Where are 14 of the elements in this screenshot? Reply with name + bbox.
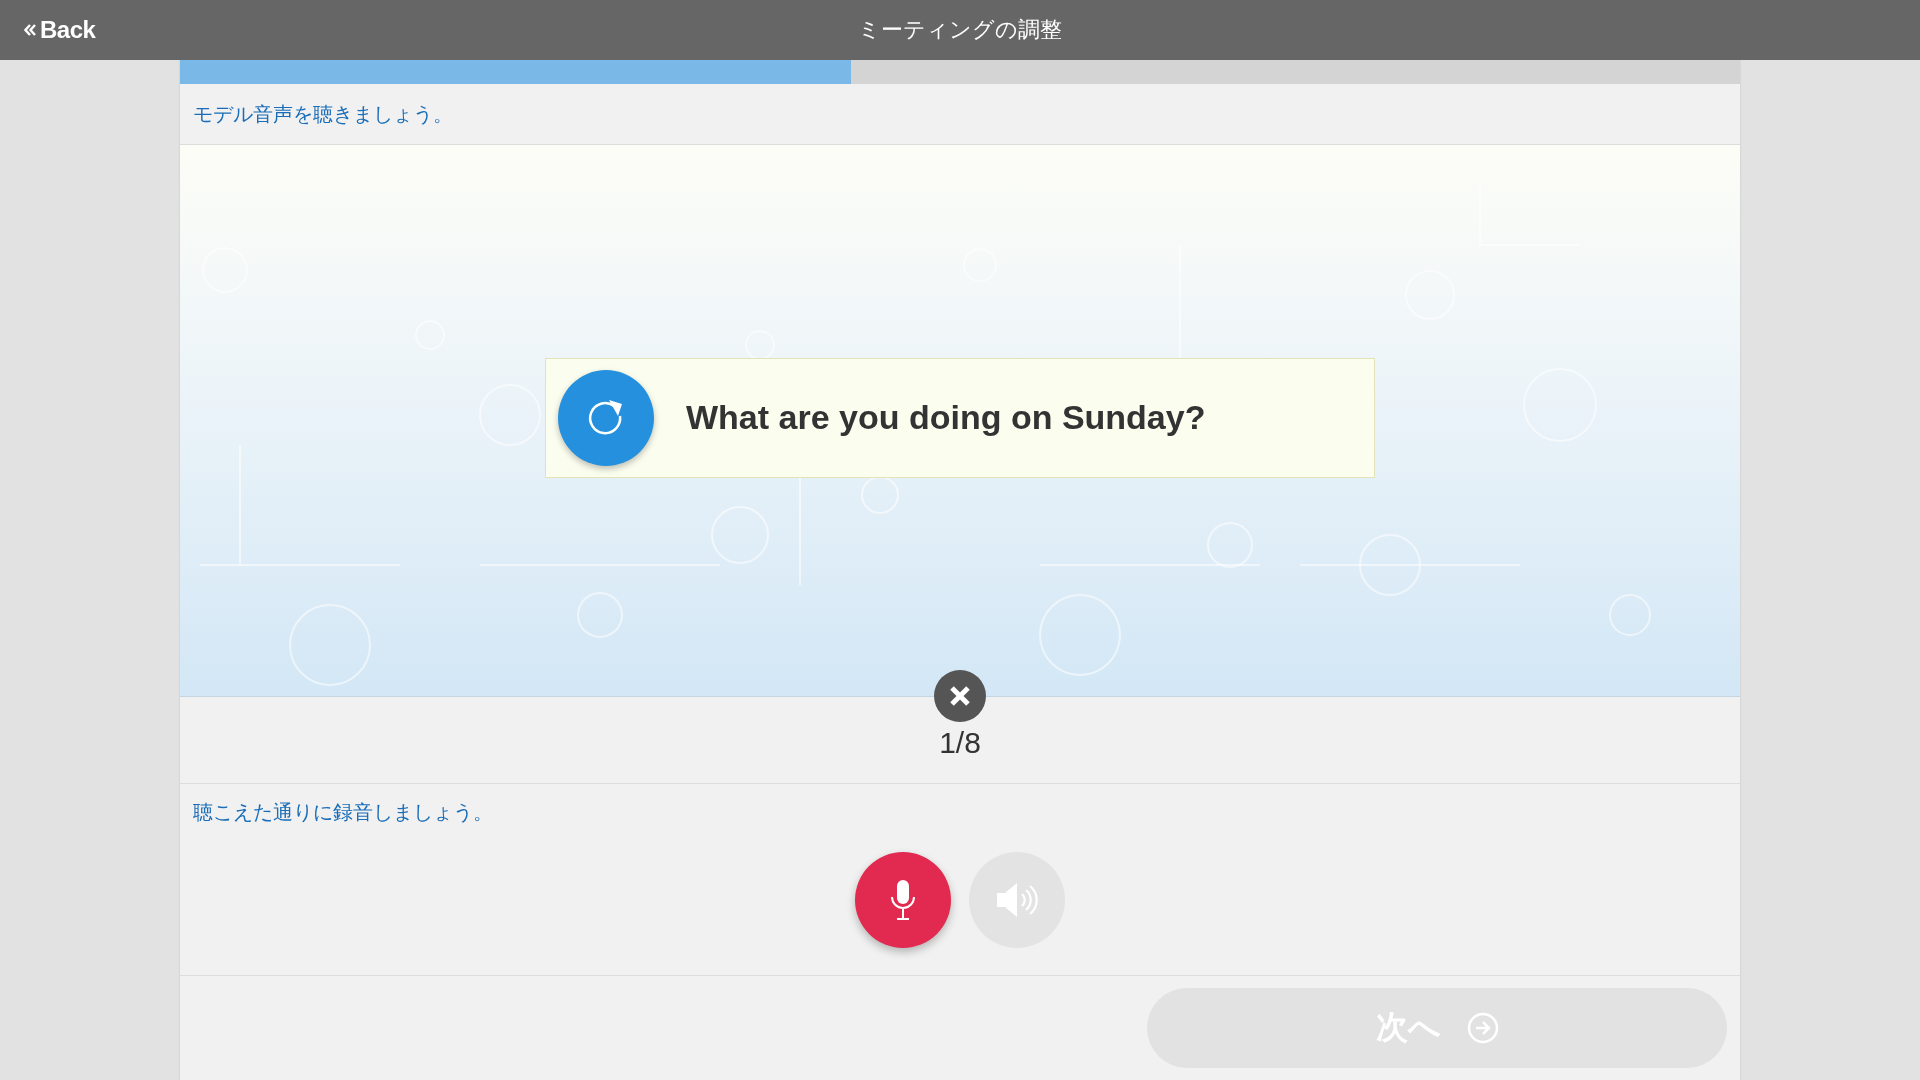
close-icon [949, 685, 971, 707]
speaker-icon [995, 880, 1039, 920]
double-chevron-left-icon [24, 24, 36, 36]
arrow-circle-right-icon [1466, 1012, 1499, 1044]
microphone-icon [890, 879, 916, 921]
replay-button[interactable] [558, 369, 654, 466]
listen-instruction: モデル音声を聴きましょう。 [193, 100, 453, 128]
prompt-sentence: What are you doing on Sunday? [686, 398, 1206, 437]
close-button[interactable] [934, 670, 986, 722]
progress-counter: 1/8 [939, 726, 981, 760]
back-button[interactable]: Back [24, 16, 96, 44]
page-title: ミーティングの調整 [858, 16, 1062, 44]
record-instruction: 聴こえた通りに録音しましょう。 [193, 798, 493, 826]
record-button[interactable] [855, 852, 951, 948]
